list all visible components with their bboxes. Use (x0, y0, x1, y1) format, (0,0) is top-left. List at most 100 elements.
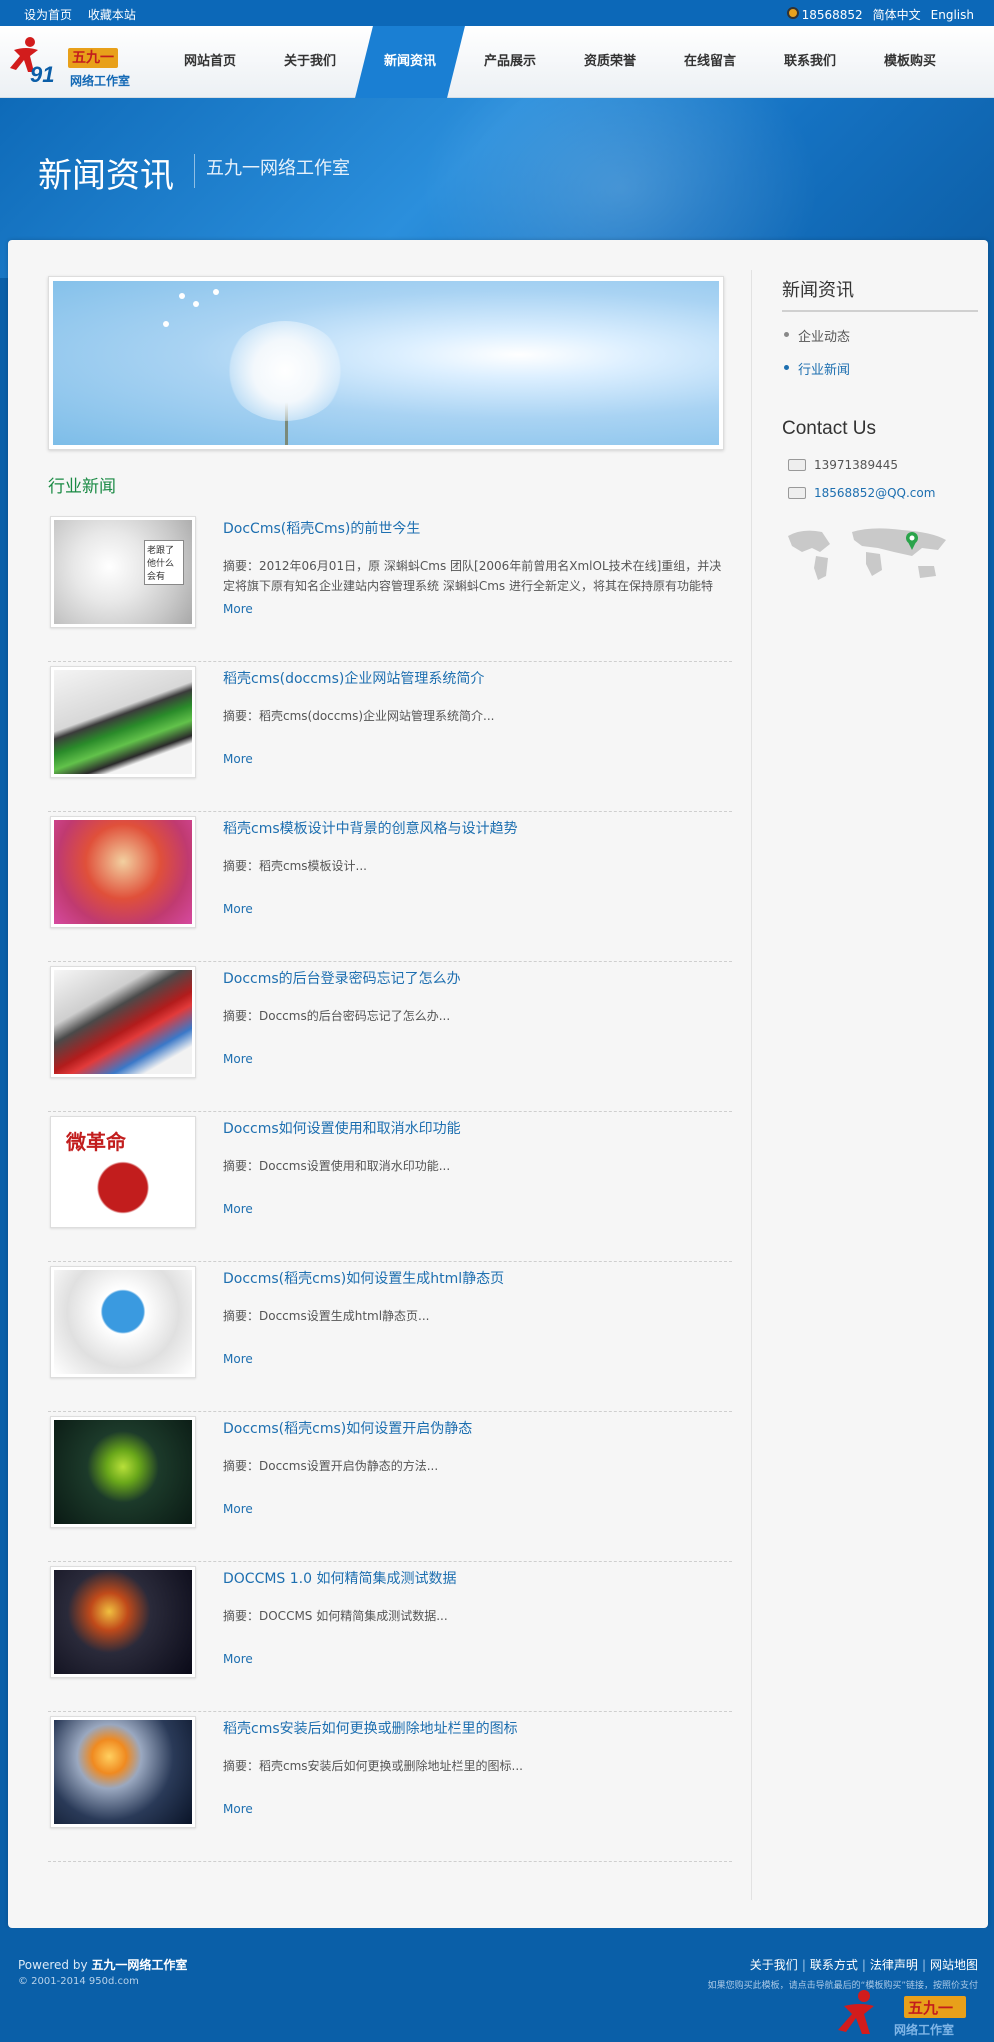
article-row: 稻壳cms安装后如何更换或删除地址栏里的图标摘要：稻壳cms安装后如何更换或删除… (48, 1712, 732, 1862)
article-title-link[interactable]: DOCCMS 1.0 如何精简集成测试数据 (223, 1568, 456, 1588)
powered-name[interactable]: 五九一网络工作室 (91, 1958, 187, 1972)
thumbnail-caption: 微革命 (66, 1130, 126, 1154)
article-row: Doccms(稻壳cms)如何设置生成html静态页 摘要：Doccms设置生成h… (48, 1262, 732, 1412)
article-summary: 摘要：Doccms设置使用和取消水印功能... (223, 1159, 451, 1173)
article-title-link[interactable]: DocCms(稻壳Cms)的前世今生 (223, 518, 420, 538)
content-card: 行业新闻 老跟了 他什么会有 DocCms(稻壳Cms)的前世今生 摘要：2012年… (8, 240, 988, 1928)
article-thumbnail[interactable] (50, 1416, 196, 1528)
article-row: 稻壳cms模板设计中背景的创意风格与设计趋势 摘要：稻壳cms模板设计... Mor… (48, 812, 732, 962)
footer-link-separator: | (921, 1958, 926, 1972)
article-more-link[interactable]: More (223, 902, 253, 916)
article-row: 稻壳cms(doccms)企业网站管理系统简介 摘要：稻壳cms(doccms)企… (48, 662, 732, 812)
sidebar-menu: 企业动态 行业新闻 (782, 326, 978, 378)
sidebar-title: 新闻资讯 (782, 276, 978, 312)
footer-link[interactable]: 网站地图 (930, 1958, 978, 1972)
article-title-link[interactable]: 稻壳cms安装后如何更换或删除地址栏里的图标 (223, 1718, 518, 1738)
article-more-link[interactable]: More (223, 602, 253, 616)
seed (163, 321, 169, 327)
footer-link-separator: | (861, 1958, 866, 1972)
contact-phone: 13971389445 (782, 458, 978, 472)
article-thumbnail-image (54, 670, 192, 774)
article-thumbnail[interactable] (50, 666, 196, 778)
sidebar-menu-item[interactable]: 企业动态 (782, 326, 978, 345)
logo-brand: 五九一 (68, 48, 118, 68)
logo-subtitle: 网络工作室 (70, 74, 131, 88)
nav-item-label: 新闻资讯 (383, 54, 436, 69)
footer-link[interactable]: 法律声明 (870, 1958, 918, 1972)
footer-powered: Powered by 五九一网络工作室 (18, 1956, 187, 1973)
header: 91 五九一 网络工作室 网站首页 关于我们 新闻资讯 产品展示 资质荣誉 在线留言 联系我… (0, 26, 994, 98)
qq-phone[interactable]: 18568852 (786, 7, 863, 22)
article-summary: 摘要：稻壳cms安装后如何更换或删除地址栏里的图标... (223, 1759, 523, 1773)
site-logo[interactable]: 91 五九一 网络工作室 (8, 32, 138, 92)
nav-item-label: 关于我们 (283, 54, 336, 69)
lang-chinese-link[interactable]: 简体中文 (873, 6, 921, 23)
footer-link-separator: | (801, 1958, 806, 1972)
article-summary: 摘要：Doccms设置开启伪静态的方法... (223, 1459, 439, 1473)
article-row: 微革命 Doccms如何设置使用和取消水印功能摘要：Doccms设置使用和取消水印… (48, 1112, 732, 1262)
article-more-link[interactable]: More (223, 1652, 253, 1666)
nav-item-label: 在线留言 (683, 54, 736, 69)
article-more-link[interactable]: More (223, 1352, 253, 1366)
top-bar-left: 设为首页 收藏本站 (24, 6, 148, 23)
contact-email-link[interactable]: 18568852@QQ.com (814, 486, 935, 500)
article-thumbnail-image (54, 820, 192, 924)
article-thumbnail[interactable] (50, 966, 196, 1078)
footer-link[interactable]: 关于我们 (750, 1958, 798, 1972)
footer-copyright: © 2001-2014 950d.com (18, 1976, 139, 1987)
top-bar-right: 18568852 简体中文 English (786, 6, 974, 23)
article-thumbnail-image (54, 1570, 192, 1674)
article-thumbnail[interactable] (50, 816, 196, 928)
mail-icon (788, 487, 806, 499)
nav-item[interactable]: 产品展示 (460, 26, 560, 98)
contact-info: 13971389445 18568852@QQ.com (782, 458, 978, 500)
article-thumbnail-image (54, 1270, 192, 1374)
nav-item-label: 网站首页 (183, 54, 236, 69)
article-row: Doccms的后台登录密码忘记了怎么办 摘要：Doccms的后台密码忘记了怎么办.… (48, 962, 732, 1112)
article-title-link[interactable]: Doccms如何设置使用和取消水印功能 (223, 1118, 461, 1138)
article-more-link[interactable]: More (223, 1502, 253, 1516)
article-title-link[interactable]: Doccms(稻壳cms)如何设置开启伪静态 (223, 1418, 472, 1438)
article-row: Doccms(稻壳cms)如何设置开启伪静态摘要：Doccms设置开启伪静态的方… (48, 1412, 732, 1562)
lang-english-link[interactable]: English (931, 8, 974, 22)
article-thumbnail[interactable]: 老跟了 他什么会有 (50, 516, 196, 628)
footer: Powered by 五九一网络工作室 © 2001-2014 950d.com… (0, 1928, 994, 2042)
banner-subtitle: 五九一网络工作室 (206, 158, 350, 179)
article-more-link[interactable]: More (223, 1052, 253, 1066)
article-summary: 摘要：DOCCMS 如何精简集成测试数据... (223, 1609, 448, 1623)
nav-item[interactable]: 网站首页 (160, 26, 260, 98)
hero-image (48, 276, 724, 450)
set-home-link[interactable]: 设为首页 (24, 8, 72, 22)
article-more-link[interactable]: More (223, 1202, 253, 1216)
footer-link[interactable]: 联系方式 (810, 1958, 858, 1972)
article-thumbnail-image (54, 970, 192, 1074)
nav-item-label: 模板购买 (883, 54, 936, 69)
banner-title: 新闻资讯 (38, 156, 174, 196)
seed (179, 293, 185, 299)
article-thumbnail[interactable]: 微革命 (50, 1116, 196, 1228)
nav-item[interactable]: 模板购买 (860, 26, 960, 98)
article-more-link[interactable]: More (223, 1802, 253, 1816)
bookmark-link[interactable]: 收藏本站 (88, 8, 136, 22)
article-row: 老跟了 他什么会有 DocCms(稻壳Cms)的前世今生 摘要：2012年06月01… (48, 512, 732, 662)
phone-icon (788, 459, 806, 471)
banner-separator (194, 154, 195, 188)
article-more-link[interactable]: More (223, 752, 253, 766)
article-title-link[interactable]: 稻壳cms(doccms)企业网站管理系统简介 (223, 668, 484, 688)
nav-item[interactable]: 新闻资讯 (360, 26, 460, 98)
sidebar-menu-item[interactable]: 行业新闻 (782, 359, 978, 378)
article-row: DOCCMS 1.0 如何精简集成测试数据摘要：DOCCMS 如何精简集成测试数… (48, 1562, 732, 1712)
dandelion-image (53, 281, 719, 445)
nav-item[interactable]: 联系我们 (760, 26, 860, 98)
article-title-link[interactable]: 稻壳cms模板设计中背景的创意风格与设计趋势 (223, 818, 518, 838)
article-thumbnail[interactable] (50, 1266, 196, 1378)
article-thumbnail[interactable] (50, 1716, 196, 1828)
article-title-link[interactable]: Doccms(稻壳cms)如何设置生成html静态页 (223, 1268, 504, 1288)
nav-item[interactable]: 在线留言 (660, 26, 760, 98)
thumbnail-caption: 老跟了 他什么会有 (144, 540, 184, 585)
nav-item[interactable]: 资质荣誉 (560, 26, 660, 98)
nav-item[interactable]: 关于我们 (260, 26, 360, 98)
article-thumbnail[interactable] (50, 1566, 196, 1678)
logo-number: 91 (30, 62, 55, 87)
article-title-link[interactable]: Doccms的后台登录密码忘记了怎么办 (223, 968, 461, 988)
